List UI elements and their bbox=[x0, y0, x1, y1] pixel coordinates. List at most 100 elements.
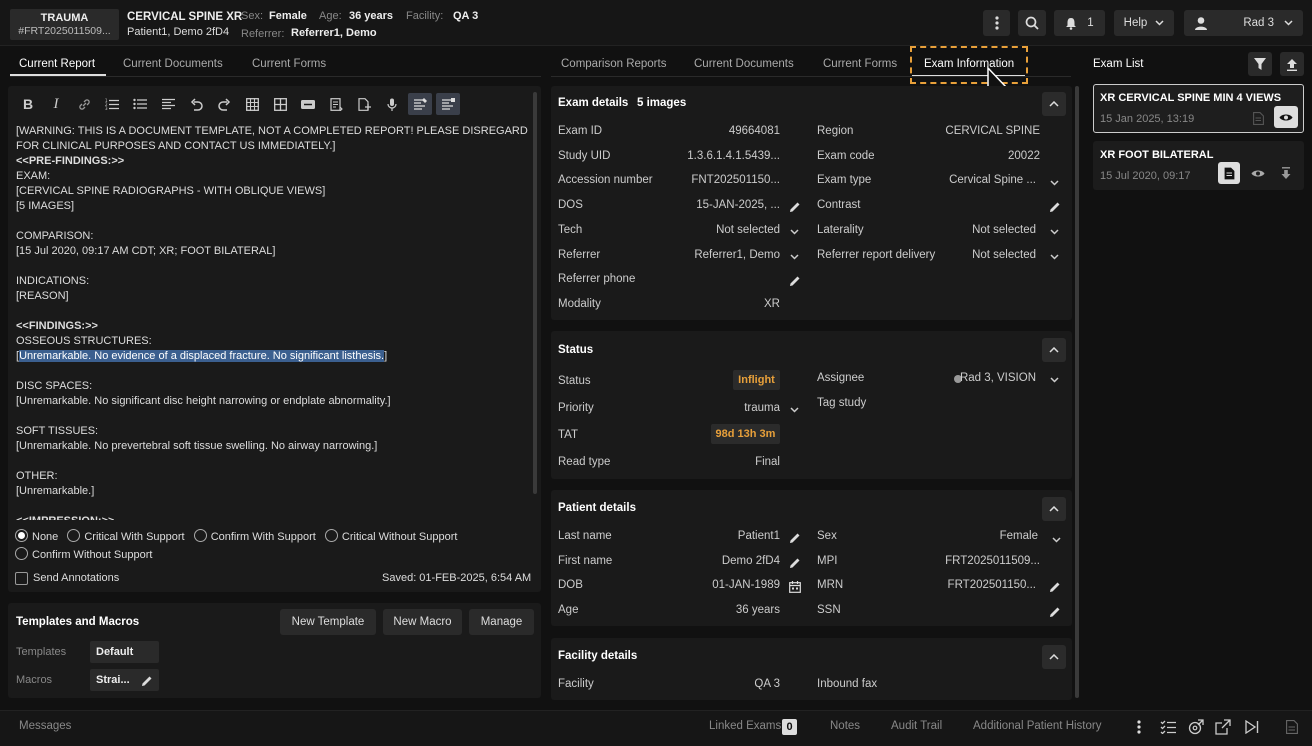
tab-comparison-reports[interactable]: Comparison Reports bbox=[561, 58, 666, 70]
document-list-icon[interactable] bbox=[322, 92, 350, 116]
undo-icon[interactable] bbox=[182, 92, 210, 116]
tab-current-forms[interactable]: Current Forms bbox=[252, 58, 326, 70]
table-icon[interactable] bbox=[238, 92, 266, 116]
new-template-button[interactable]: New Template bbox=[280, 609, 376, 635]
patient-details-title: Patient details bbox=[558, 502, 636, 514]
exam-field-value[interactable]: Not selected bbox=[642, 224, 780, 236]
insert-document-icon[interactable] bbox=[350, 92, 378, 116]
tab-current-documents[interactable]: Current Documents bbox=[123, 58, 223, 70]
grid-icon[interactable] bbox=[266, 92, 294, 116]
next-exam-icon[interactable] bbox=[1243, 718, 1261, 736]
tag-study-label[interactable]: Tag study bbox=[817, 397, 866, 409]
edit-icon[interactable] bbox=[788, 200, 802, 214]
additional-history-link[interactable]: Additional Patient History bbox=[973, 720, 1101, 732]
user-menu-button[interactable]: Rad 3 bbox=[1184, 10, 1303, 36]
send-annotations-checkbox[interactable] bbox=[15, 572, 28, 585]
bullet-list-icon[interactable] bbox=[126, 92, 154, 116]
report-document-icon[interactable] bbox=[1251, 110, 1265, 126]
priority-value[interactable]: trauma bbox=[690, 402, 780, 414]
radio-none[interactable]: None bbox=[15, 529, 58, 543]
checklist-icon[interactable] bbox=[1159, 718, 1177, 736]
collapse-exam-details-button[interactable] bbox=[1042, 92, 1066, 116]
italic-icon[interactable]: I bbox=[42, 92, 70, 116]
exam-field-label: Contrast bbox=[817, 199, 861, 212]
more-options-icon[interactable] bbox=[1132, 718, 1146, 736]
chevron-down-icon[interactable] bbox=[789, 252, 800, 263]
new-macro-button[interactable]: New Macro bbox=[383, 609, 462, 635]
more-menu-button[interactable] bbox=[983, 10, 1010, 36]
align-left-icon[interactable] bbox=[154, 92, 182, 116]
microphone-icon[interactable] bbox=[378, 92, 406, 116]
editor-scrollbar[interactable] bbox=[533, 92, 537, 494]
search-button[interactable] bbox=[1018, 10, 1046, 36]
patient-field-label: SSN bbox=[817, 604, 841, 617]
radio-confirm-without-support[interactable]: Confirm Without Support bbox=[15, 547, 152, 561]
help-button[interactable]: Help bbox=[1114, 10, 1174, 36]
linked-exams-link[interactable]: Linked Exams bbox=[709, 720, 781, 732]
notes-link[interactable]: Notes bbox=[830, 720, 860, 732]
chevron-down-icon[interactable] bbox=[1049, 374, 1060, 385]
report-line: [5 IMAGES] bbox=[16, 200, 75, 212]
chevron-down-icon[interactable] bbox=[789, 227, 800, 238]
audit-trail-link[interactable]: Audit Trail bbox=[891, 720, 942, 732]
radio-confirm-with-support[interactable]: Confirm With Support bbox=[193, 529, 316, 543]
edit-icon[interactable] bbox=[1048, 580, 1062, 594]
patient-field-value[interactable]: 01-JAN-1989 bbox=[642, 579, 780, 591]
tab-mid-current-forms[interactable]: Current Forms bbox=[823, 58, 897, 70]
exam-field-value[interactable]: 15-JAN-2025, ... bbox=[642, 199, 780, 211]
notifications-button[interactable]: 1 bbox=[1054, 10, 1105, 36]
download-icon[interactable] bbox=[1280, 165, 1292, 181]
external-link-icon[interactable] bbox=[1214, 718, 1232, 736]
bold-icon[interactable]: B bbox=[14, 92, 42, 116]
edit-macro-icon[interactable] bbox=[140, 674, 154, 688]
exam-field-value[interactable]: Cervical Spine ... bbox=[890, 174, 1036, 186]
edit-icon[interactable] bbox=[1048, 605, 1062, 619]
filter-button[interactable] bbox=[1248, 52, 1272, 76]
manage-button[interactable]: Manage bbox=[469, 609, 534, 635]
edit-icon[interactable] bbox=[788, 274, 802, 288]
patient-field-value[interactable]: Female bbox=[880, 530, 1038, 542]
chevron-down-icon[interactable] bbox=[1049, 252, 1060, 263]
annotate-list-icon[interactable] bbox=[436, 93, 460, 115]
patient-field-label: MRN bbox=[817, 579, 844, 592]
edit-icon[interactable] bbox=[1048, 200, 1062, 214]
chevron-down-icon[interactable] bbox=[1049, 177, 1060, 188]
annotate-icon[interactable] bbox=[408, 93, 432, 115]
chevron-down-icon[interactable] bbox=[1049, 227, 1060, 238]
field-icon[interactable] bbox=[294, 92, 322, 116]
collapse-status-button[interactable] bbox=[1042, 338, 1066, 362]
report-panel-icon[interactable] bbox=[1284, 718, 1300, 736]
settings-share-icon[interactable] bbox=[1187, 718, 1205, 736]
templates-label: Templates bbox=[16, 646, 67, 658]
link-icon[interactable] bbox=[70, 92, 98, 116]
patient-field-value[interactable]: Patient1 bbox=[642, 530, 780, 542]
tab-current-report[interactable]: Current Report bbox=[19, 58, 95, 70]
report-document-button[interactable] bbox=[1218, 162, 1240, 184]
edit-icon[interactable] bbox=[788, 556, 802, 570]
upload-button[interactable] bbox=[1280, 52, 1304, 76]
exam-field-value[interactable]: Referrer1, Demo bbox=[642, 249, 780, 261]
view-exam-button[interactable] bbox=[1274, 106, 1298, 128]
eye-icon[interactable] bbox=[1251, 167, 1265, 179]
numbered-list-icon[interactable]: 123 bbox=[98, 92, 126, 116]
exam-field-label: Exam code bbox=[817, 149, 875, 162]
exam-field-value[interactable]: Not selected bbox=[890, 249, 1036, 261]
patient-field-value[interactable]: FRT202501150... bbox=[880, 579, 1036, 591]
chevron-down-icon[interactable] bbox=[789, 404, 800, 415]
collapse-facility-details-button[interactable] bbox=[1042, 645, 1066, 669]
exam-field-value[interactable]: Not selected bbox=[890, 224, 1036, 236]
radio-critical-with-support[interactable]: Critical With Support bbox=[67, 529, 185, 543]
patient-field-value[interactable]: Demo 2fD4 bbox=[642, 555, 780, 567]
calendar-icon[interactable] bbox=[788, 580, 802, 594]
details-scrollbar[interactable] bbox=[1075, 86, 1079, 698]
selected-text: Unremarkable. No evidence of a displaced… bbox=[19, 350, 385, 362]
messages-link[interactable]: Messages bbox=[19, 720, 71, 732]
redo-icon[interactable] bbox=[210, 92, 238, 116]
edit-icon[interactable] bbox=[788, 531, 802, 545]
chevron-down-icon[interactable] bbox=[1049, 533, 1063, 547]
collapse-patient-details-button[interactable] bbox=[1042, 497, 1066, 521]
templates-select[interactable]: Default bbox=[90, 641, 159, 663]
radio-critical-without-support[interactable]: Critical Without Support bbox=[324, 529, 457, 543]
assignee-value[interactable]: Rad 3, VISION bbox=[950, 372, 1036, 384]
tab-mid-current-documents[interactable]: Current Documents bbox=[694, 58, 794, 70]
